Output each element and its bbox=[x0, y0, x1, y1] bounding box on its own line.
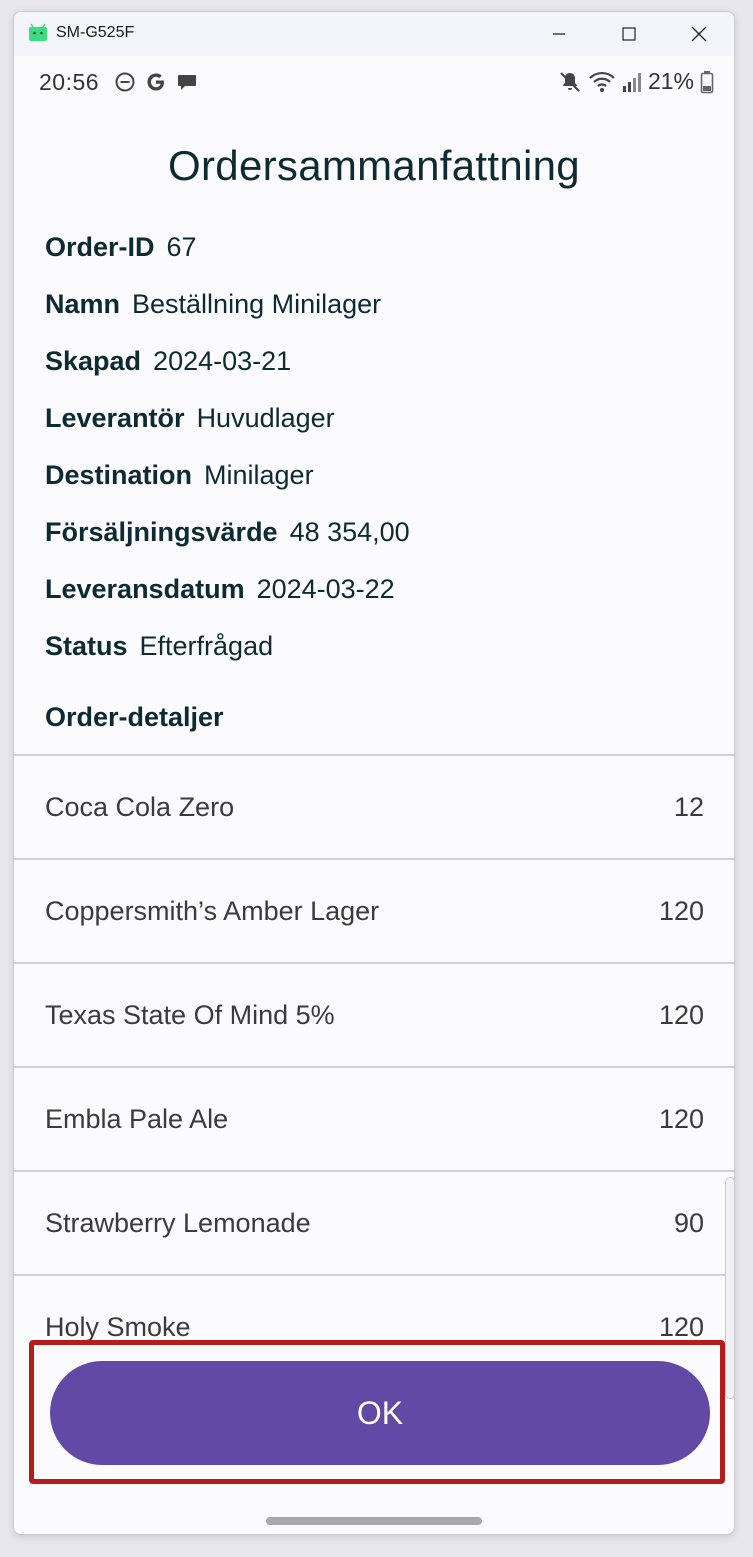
battery-icon bbox=[700, 70, 714, 93]
field-value: 48 354,00 bbox=[289, 517, 410, 547]
list-item[interactable]: Texas State Of Mind 5% 120 bbox=[14, 964, 734, 1068]
item-name: Strawberry Lemonade bbox=[45, 1208, 311, 1238]
item-quantity: 120 bbox=[658, 1312, 704, 1342]
field-value: Beställning Minilager bbox=[132, 289, 382, 319]
item-name: Coca Cola Zero bbox=[45, 792, 235, 822]
field-label: Status bbox=[45, 631, 128, 661]
field-name: Namn Beställning Minilager bbox=[45, 289, 381, 320]
maximize-button[interactable] bbox=[606, 18, 652, 50]
field-label: Order-ID bbox=[45, 232, 155, 262]
wifi-icon bbox=[589, 71, 615, 92]
list-item[interactable]: Strawberry Lemonade 90 bbox=[14, 1172, 734, 1276]
field-label: Leveransdatum bbox=[45, 574, 245, 604]
chat-icon bbox=[178, 75, 196, 90]
item-quantity: 120 bbox=[658, 1104, 704, 1134]
field-value: 67 bbox=[166, 232, 197, 262]
field-value: 2024-03-21 bbox=[153, 346, 292, 376]
field-destination: Destination Minilager bbox=[45, 460, 314, 491]
order-details-list[interactable]: Coca Cola Zero 12 Coppersmith’s Amber La… bbox=[14, 754, 734, 1354]
item-name: Coppersmith’s Amber Lager bbox=[45, 896, 380, 926]
order-details-heading: Order-detaljer bbox=[45, 702, 224, 732]
field-created: Skapad 2024-03-21 bbox=[45, 346, 291, 377]
google-icon bbox=[147, 73, 164, 91]
field-status: Status Efterfrågad bbox=[45, 631, 273, 662]
field-order-id: Order-ID 67 bbox=[45, 232, 197, 263]
field-label: Namn bbox=[45, 289, 121, 319]
battery-percentage: 21% bbox=[647, 68, 694, 94]
maximize-icon bbox=[622, 27, 636, 41]
list-item[interactable]: Coca Cola Zero 12 bbox=[14, 756, 734, 860]
item-name: Embla Pale Ale bbox=[45, 1104, 229, 1134]
ok-button[interactable]: OK bbox=[50, 1361, 710, 1465]
field-value: 2024-03-22 bbox=[256, 574, 395, 604]
list-item[interactable]: Embla Pale Ale 120 bbox=[14, 1068, 734, 1172]
field-supplier: Leverantör Huvudlager bbox=[45, 403, 335, 434]
field-value: Huvudlager bbox=[196, 403, 335, 433]
close-button[interactable] bbox=[676, 18, 722, 50]
item-quantity: 120 bbox=[658, 1000, 704, 1030]
field-value: Minilager bbox=[204, 460, 314, 490]
emulator-window: SM-G525F 20:56 21% Ordersammanfattning O… bbox=[13, 11, 735, 1535]
close-icon bbox=[691, 26, 707, 42]
minimize-icon bbox=[553, 33, 565, 35]
navigation-handle[interactable] bbox=[266, 1517, 482, 1525]
minimize-button[interactable] bbox=[536, 18, 582, 50]
field-value: Efterfrågad bbox=[139, 631, 274, 661]
field-label: Skapad bbox=[45, 346, 142, 376]
field-sales-value: Försäljningsvärde 48 354,00 bbox=[45, 517, 410, 548]
do-not-disturb-icon bbox=[115, 72, 135, 92]
list-scrollbar[interactable] bbox=[725, 1177, 734, 1399]
status-bar: 20:56 21% bbox=[14, 56, 734, 106]
list-item[interactable]: Coppersmith’s Amber Lager 120 bbox=[14, 860, 734, 964]
status-time: 20:56 bbox=[39, 69, 100, 95]
android-icon bbox=[29, 23, 47, 41]
field-delivery-date: Leveransdatum 2024-03-22 bbox=[45, 574, 395, 605]
item-quantity: 90 bbox=[673, 1208, 704, 1238]
item-name: Holy Smoke bbox=[45, 1312, 191, 1342]
mute-icon bbox=[560, 71, 580, 92]
field-label: Försäljningsvärde bbox=[45, 517, 278, 547]
ok-button-highlight: OK bbox=[29, 1340, 725, 1484]
window-title: SM-G525F bbox=[56, 24, 135, 41]
signal-icon bbox=[622, 72, 641, 92]
window-titlebar: SM-G525F bbox=[14, 12, 734, 56]
item-name: Texas State Of Mind 5% bbox=[45, 1000, 335, 1030]
field-label: Destination bbox=[45, 460, 193, 490]
field-label: Leverantör bbox=[45, 403, 185, 433]
page-title: Ordersammanfattning bbox=[168, 142, 580, 189]
item-quantity: 12 bbox=[673, 792, 704, 822]
item-quantity: 120 bbox=[658, 896, 704, 926]
